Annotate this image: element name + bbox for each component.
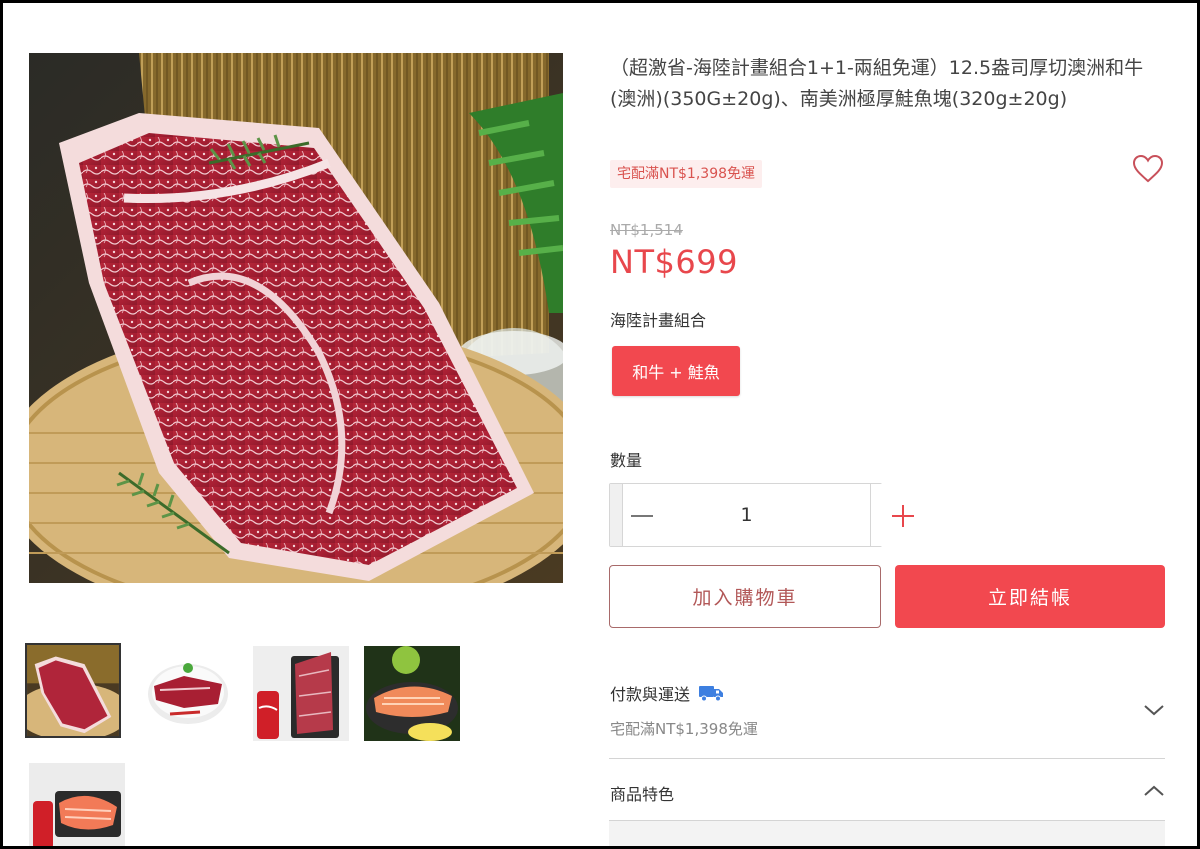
product-page: （超激省-海陸計畫組合1+1-兩組免運）12.5盎司厚切澳洲和牛(澳洲)(350… bbox=[3, 3, 1197, 846]
accordion-payment-shipping[interactable]: 付款與運送 宅配滿NT$1,398免運 bbox=[610, 681, 1165, 749]
add-to-cart-button[interactable]: 加入購物車 bbox=[609, 565, 881, 628]
checkout-button[interactable]: 立即結帳 bbox=[895, 565, 1165, 628]
payment-shipping-title-row: 付款與運送 bbox=[610, 681, 724, 705]
minus-icon[interactable] bbox=[610, 484, 653, 546]
product-features-title: 商品特色 bbox=[610, 785, 675, 804]
shipping-badge: 宅配滿NT$1,398免運 bbox=[610, 160, 763, 188]
chevron-down-icon[interactable] bbox=[1143, 703, 1165, 717]
variant-option-wagyu-salmon[interactable]: 和牛 + 鮭魚 bbox=[612, 346, 740, 396]
delivery-truck-icon bbox=[699, 686, 724, 702]
accordion-divider bbox=[609, 758, 1165, 759]
original-price: NT$1,514 bbox=[610, 221, 683, 239]
chevron-up-icon[interactable] bbox=[1143, 784, 1165, 798]
plus-icon[interactable] bbox=[871, 484, 914, 546]
heart-outline-icon[interactable] bbox=[1131, 154, 1165, 184]
quantity-stepper bbox=[609, 483, 914, 547]
thumbnail-5[interactable] bbox=[29, 763, 125, 846]
thumbnail-4[interactable] bbox=[364, 646, 460, 741]
product-features-content bbox=[609, 821, 1165, 846]
payment-shipping-title: 付款與運送 bbox=[610, 685, 691, 704]
main-product-image[interactable] bbox=[29, 53, 563, 583]
thumbnail-2[interactable] bbox=[140, 646, 236, 741]
sale-price: NT$699 bbox=[610, 243, 738, 281]
accordion-product-features[interactable]: 商品特色 bbox=[610, 781, 1165, 805]
variant-label: 海陸計畫組合 bbox=[610, 311, 707, 330]
payment-shipping-subtitle: 宅配滿NT$1,398免運 bbox=[610, 720, 758, 738]
quantity-input[interactable] bbox=[623, 484, 871, 546]
thumbnail-3[interactable] bbox=[253, 646, 349, 741]
product-title: （超激省-海陸計畫組合1+1-兩組免運）12.5盎司厚切澳洲和牛(澳洲)(350… bbox=[610, 57, 1144, 110]
quantity-label: 數量 bbox=[610, 451, 643, 470]
thumbnail-1[interactable] bbox=[25, 643, 121, 738]
